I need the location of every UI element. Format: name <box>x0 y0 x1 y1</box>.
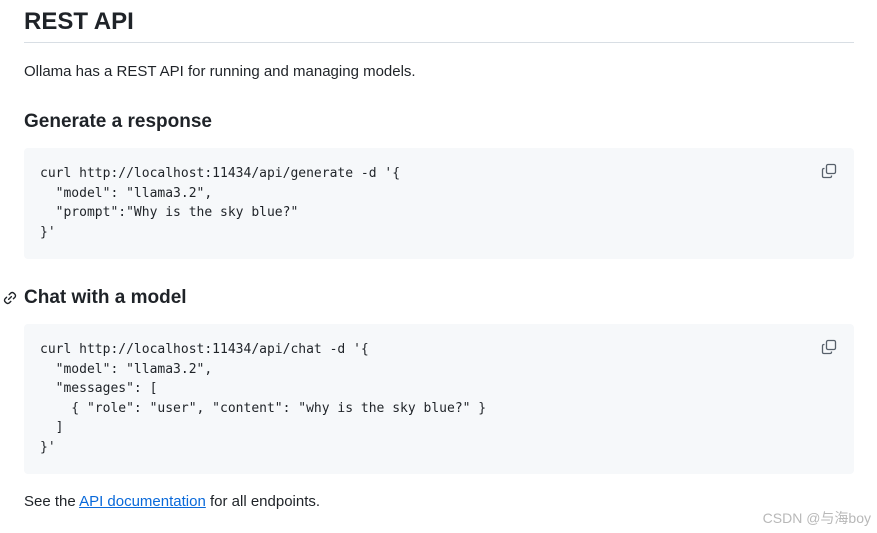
title-divider <box>24 42 854 43</box>
code-chat-text: curl http://localhost:11434/api/chat -d … <box>40 342 487 455</box>
footer-suffix: for all endpoints. <box>205 493 321 510</box>
link-icon <box>3 291 17 305</box>
footer-paragraph: See the API documentation for all endpoi… <box>24 492 320 512</box>
copy-icon <box>821 163 837 179</box>
page-title: REST API <box>24 8 134 35</box>
heading-generate-response: Generate a response <box>24 111 212 132</box>
footer-prefix: See the <box>24 493 80 510</box>
heading-chat-model: Chat with a model <box>24 287 187 308</box>
copy-icon <box>821 339 837 355</box>
watermark: CSDN @与海boy <box>762 510 871 526</box>
code-generate-text: curl http://localhost:11434/api/generate… <box>40 166 401 240</box>
copy-button[interactable] <box>818 336 840 358</box>
copy-button[interactable] <box>818 160 840 182</box>
intro-paragraph: Ollama has a REST API for running and ma… <box>24 63 416 80</box>
code-block-chat: curl http://localhost:11434/api/chat -d … <box>24 324 854 474</box>
heading-anchor-link[interactable] <box>0 286 20 310</box>
api-documentation-link[interactable]: API documentation <box>79 493 206 510</box>
code-block-generate: curl http://localhost:11434/api/generate… <box>24 148 854 259</box>
